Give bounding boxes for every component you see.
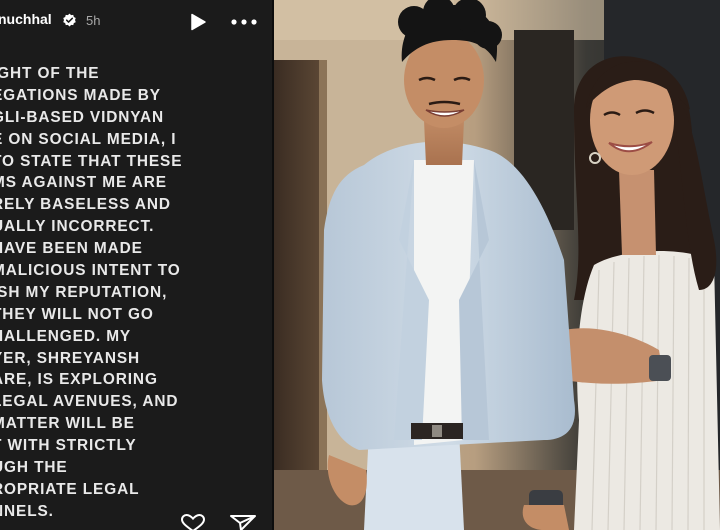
statement-line: UGH THE	[0, 459, 68, 477]
more-options-icon[interactable]	[229, 13, 259, 31]
statement-line: EGATIONS MADE BY	[0, 86, 161, 104]
statement-line: IGHT OF THE	[0, 65, 100, 82]
statement-line: E ON SOCIAL MEDIA, I	[0, 130, 177, 148]
statement-line: THEY WILL NOT GO	[0, 305, 154, 323]
story-username[interactable]: nuchhal	[0, 11, 52, 27]
statement-line: MS AGAINST ME ARE	[0, 174, 167, 192]
couple-photo-illustration	[274, 0, 720, 530]
play-icon[interactable]	[188, 13, 208, 31]
story-statement-text: IGHT OF THE EGATIONS MADE BY GLI-BASED VID…	[0, 63, 272, 523]
statement-line: MALICIOUS INTENT TO	[0, 262, 181, 280]
statement-line: ROPRIATE LEGAL	[0, 480, 140, 498]
heart-icon[interactable]	[180, 514, 206, 530]
story-timestamp: 5h	[86, 13, 101, 28]
statement-line: ISH MY REPUTATION,	[0, 283, 168, 301]
statement-line: RELY BASELESS AND	[0, 196, 171, 214]
statement-line: UALLY INCORRECT.	[0, 218, 155, 236]
story-header: nuchhal 5h	[0, 0, 272, 44]
story-panel: nuchhal 5h IGHT OF THE EGATIONS MADE BY GL…	[0, 0, 272, 530]
statement-line: ARE, IS EXPLORING	[0, 371, 158, 389]
statement-line: LEGAL AVENUES, AND	[0, 393, 179, 411]
statement-line: MATTER WILL BE	[0, 415, 135, 433]
statement-line: TO STATE THAT THESE	[0, 152, 183, 170]
statement-line: YER, SHREYANSH	[0, 349, 141, 367]
statement-line: T WITH STRICTLY	[0, 437, 137, 455]
verified-badge-icon	[63, 13, 76, 27]
send-icon[interactable]	[229, 514, 257, 530]
statement-line: HALLENGED. MY	[0, 327, 132, 345]
couple-photo	[274, 0, 720, 530]
statement-line: GLI-BASED VIDNYAN	[0, 108, 165, 126]
statement-line: HAVE BEEN MADE	[0, 240, 143, 258]
